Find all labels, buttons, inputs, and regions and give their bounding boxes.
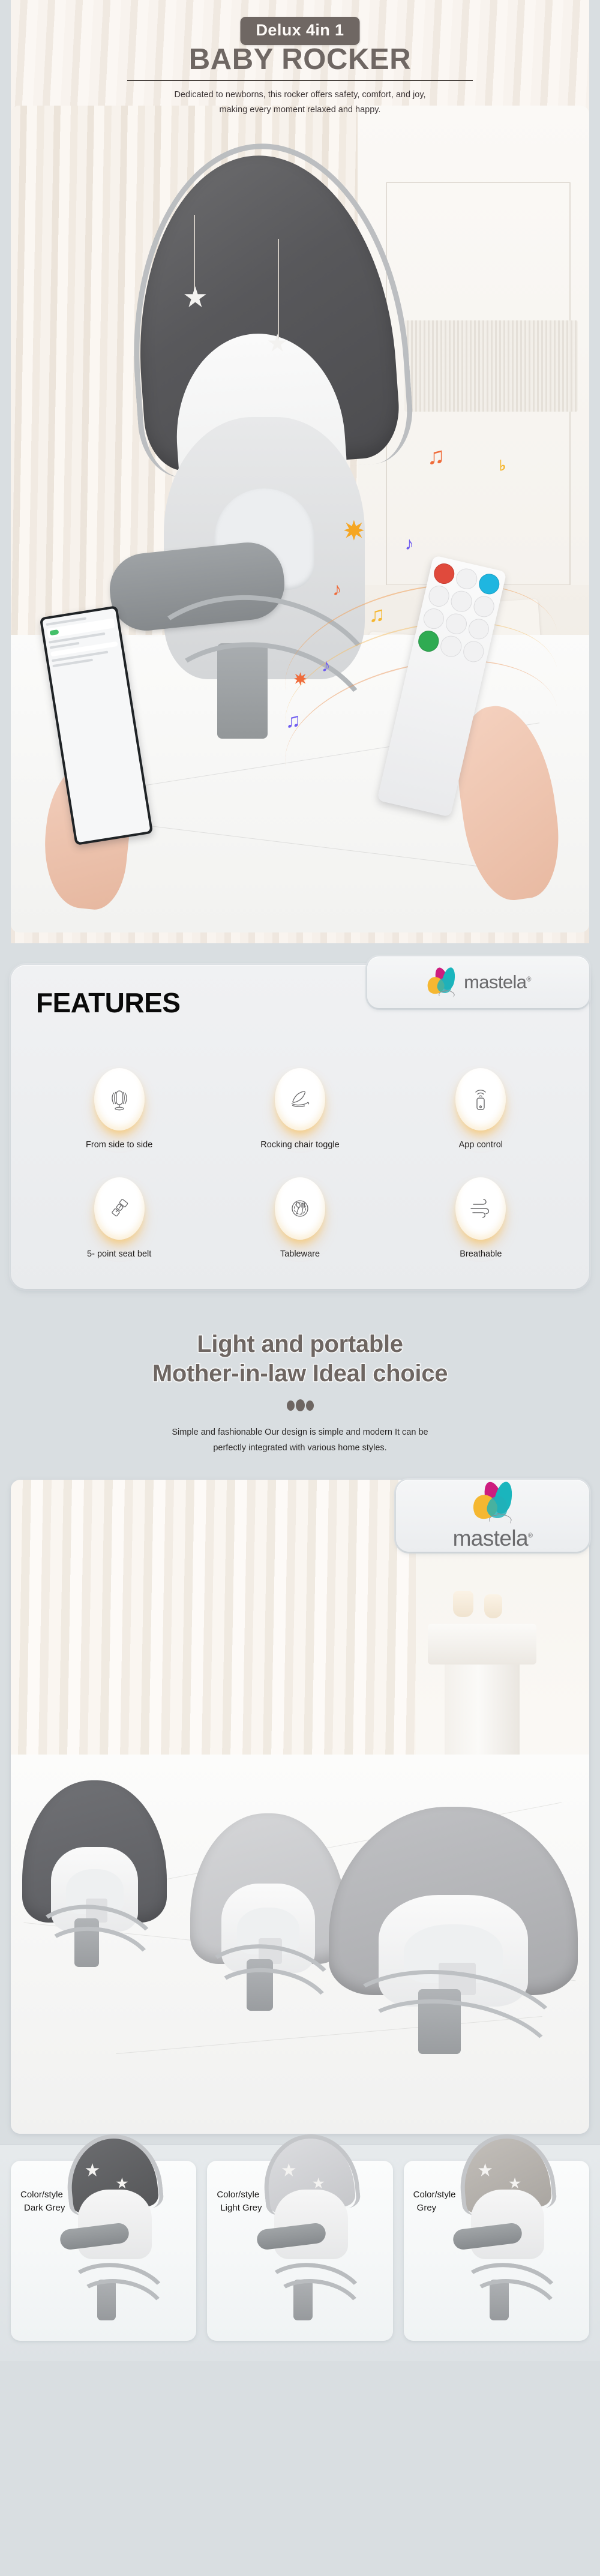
rocker-grey: [327, 1806, 578, 2123]
color-options-row: Color/style Dark Grey Color/style Light …: [11, 2130, 589, 2353]
product-badge: Delux 4in 1: [240, 17, 360, 45]
remote-button: [439, 634, 464, 659]
color-option-grey[interactable]: Color/style Grey: [403, 2130, 589, 2353]
feature-label: App control: [458, 1140, 503, 1150]
feature-label: From side to side: [86, 1140, 153, 1150]
feature-item-tableware: Tableware: [209, 1177, 390, 1259]
color-options-section: Color/style Dark Grey Color/style Light …: [0, 2130, 600, 2361]
feature-label: 5- point seat belt: [87, 1249, 152, 1259]
rocker-swing-icon: [94, 1068, 145, 1130]
product-thumbnail: [449, 2130, 571, 2353]
slogan-heading: Light and portable Mother-in-law Ideal c…: [36, 1330, 564, 1389]
brand-name-text: mastela: [464, 971, 527, 992]
hero-product-photo: ♫ ♪ ♪ ♫ ♪ ♫ ♭: [11, 106, 589, 932]
color-style-label: Color/style: [217, 2189, 260, 2200]
page-title: BABY ROCKER: [188, 43, 412, 76]
vase: [484, 1594, 503, 1618]
power-button-icon: [431, 561, 457, 586]
remote-button: [443, 611, 469, 637]
ui-placeholder-card: [46, 617, 116, 638]
feature-item-side-to-side: From side to side: [29, 1068, 209, 1150]
slogan-body-line-2: perfectly integrated with various home s…: [213, 1443, 387, 1453]
registered-mark: ®: [526, 976, 531, 983]
product-thumbnail: [253, 2130, 374, 2353]
features-section: mastela® FEATURES From side to side Rock…: [0, 943, 600, 1303]
feature-item-rocking-toggle: Rocking chair toggle: [209, 1068, 390, 1150]
brand-name-text: mastela: [452, 1525, 529, 1551]
color-option-light-grey[interactable]: Color/style Light Grey: [207, 2130, 393, 2353]
butterfly-logo-icon: [469, 1479, 515, 1525]
color-style-label: Color/style: [413, 2189, 456, 2200]
slogan-body: Simple and fashionable Our design is sim…: [36, 1425, 564, 1456]
feature-label: Rocking chair toggle: [260, 1140, 340, 1150]
remote-button: [476, 571, 502, 597]
airflow-icon: [455, 1177, 506, 1240]
registered-mark: ®: [527, 1532, 533, 1540]
remote-button: [454, 566, 479, 592]
color-option-dark-grey[interactable]: Color/style Dark Grey: [11, 2130, 197, 2353]
feature-item-breathable: Breathable: [391, 1177, 571, 1259]
product-thumbnail: [56, 2130, 178, 2353]
feature-item-seat-belt: 5- point seat belt: [29, 1177, 209, 1259]
three-dots-ornament-icon: [36, 1399, 564, 1411]
color-option-name: Dark Grey: [24, 2202, 65, 2213]
lifestyle-section: mastela®: [0, 1479, 600, 2145]
title-divider: [127, 80, 473, 81]
remote-button: [416, 628, 442, 654]
recline-seat-icon: [274, 1068, 325, 1130]
app-control-hand: [38, 605, 161, 912]
rocker-light-grey: [187, 1813, 347, 2064]
brand-logo-tab: mastela®: [367, 956, 589, 1008]
color-option-text: Color/style Dark Grey: [20, 2188, 65, 2215]
rocker-dark-grey: [20, 1780, 167, 2017]
remote-button: [471, 594, 497, 619]
vase: [453, 1591, 474, 1618]
seat-belt-buckle-icon: [94, 1177, 145, 1240]
toy-string: [194, 214, 196, 292]
hero-section: Delux 4in 1 BABY ROCKER Dedicated to new…: [0, 0, 600, 943]
slogan-heading-line-1: Light and portable: [197, 1331, 403, 1357]
hero-subtitle-line-1: Dedicated to newborns, this rocker offer…: [174, 90, 426, 100]
remote-button: [421, 606, 446, 631]
brand-name: mastela®: [464, 971, 531, 993]
butterfly-logo-icon: [424, 965, 457, 998]
color-option-text: Color/style Light Grey: [217, 2188, 262, 2215]
feature-label: Tableware: [280, 1249, 320, 1259]
feature-item-app-control: App control: [391, 1068, 571, 1150]
remote-button: [427, 583, 452, 609]
color-option-name: Light Grey: [220, 2202, 262, 2213]
color-option-name: Grey: [416, 2202, 437, 2213]
brand-logo-tab-secondary: mastela®: [396, 1479, 589, 1552]
color-style-label: Color/style: [20, 2189, 63, 2200]
remote-button: [466, 616, 491, 642]
color-option-text: Color/style Grey: [413, 2188, 456, 2215]
remote-button: [449, 589, 474, 614]
brand-name: mastela®: [453, 1526, 533, 1551]
phone-signal-icon: [455, 1068, 506, 1130]
slogan-section: Light and portable Mother-in-law Ideal c…: [0, 1303, 600, 1480]
remote-button: [461, 639, 486, 664]
features-card: FEATURES From side to side Rocking chair…: [11, 965, 589, 1289]
slogan-body-line-1: Simple and fashionable Our design is sim…: [172, 1427, 428, 1437]
toy-string: [277, 238, 279, 340]
plate-cutlery-icon: [274, 1177, 325, 1240]
slogan-heading-line-2: Mother-in-law Ideal choice: [152, 1360, 448, 1387]
remote-control-hand: [377, 555, 568, 905]
hero-subtitle: Dedicated to newborns, this rocker offer…: [0, 88, 600, 118]
lifestyle-photo: [11, 1479, 589, 2134]
product-detail-page: Delux 4in 1 BABY ROCKER Dedicated to new…: [0, 0, 600, 2361]
feature-label: Breathable: [460, 1249, 502, 1259]
features-grid: From side to side Rocking chair toggle A…: [29, 1068, 571, 1259]
hero-subtitle-line-2: making every moment relaxed and happy.: [219, 104, 381, 115]
toggle-switch: [49, 629, 59, 635]
